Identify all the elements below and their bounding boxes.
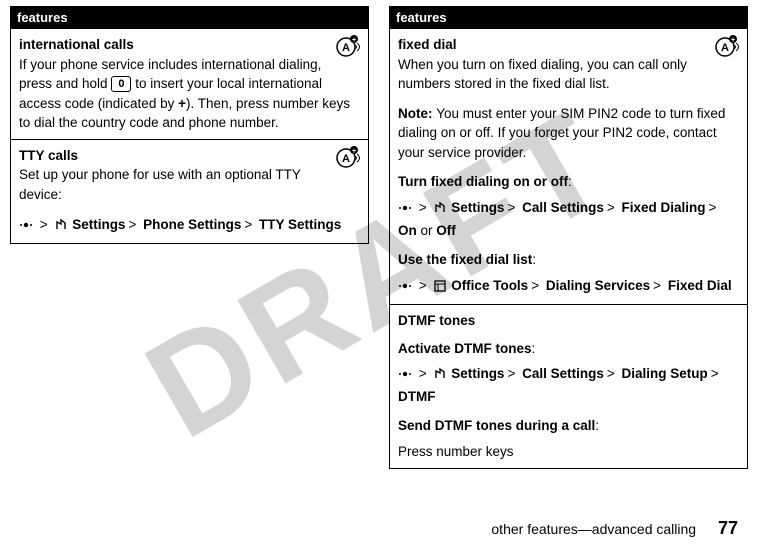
fixed-note: Note: You must enter your SIM PIN2 code … — [398, 104, 739, 163]
right-header: features — [390, 7, 747, 28]
content-columns: features A + international calls If your… — [0, 0, 758, 469]
svg-text:A: A — [342, 153, 350, 165]
center-key-icon — [19, 218, 33, 238]
fixed-list-path: > Office Tools> Dialing Services> Fixed … — [398, 276, 739, 299]
settings-icon — [54, 218, 68, 238]
center-key-icon — [398, 201, 412, 221]
footer-text: other features—advanced calling — [491, 521, 696, 537]
right-table: features A + fixed dial When you turn on… — [389, 6, 748, 469]
fixed-toggle-path: > Settings> Call Settings> Fixed Dialing… — [398, 198, 739, 240]
settings-icon — [433, 201, 447, 221]
cell-dtmf: DTMF tones Activate DTMF tones: > Settin… — [390, 304, 747, 467]
center-key-icon — [398, 367, 412, 387]
settings-icon — [433, 367, 447, 387]
dtmf-title: DTMF tones — [398, 311, 739, 331]
intl-title: international calls — [19, 35, 360, 55]
fixed-body: When you turn on fixed dialing, you can … — [398, 55, 739, 94]
office-tools-icon — [433, 279, 447, 299]
cell-tty: A + TTY calls Set up your phone for use … — [11, 139, 368, 243]
tty-path: > Settings> Phone Settings> TTY Settings — [19, 215, 360, 238]
zero-key-icon: 0 — [111, 76, 131, 92]
network-badge-icon: A + — [713, 35, 739, 57]
network-badge-icon: A + — [334, 146, 360, 168]
fixed-title: fixed dial — [398, 35, 739, 55]
page-number: 77 — [718, 518, 738, 538]
dtmf-path: > Settings> Call Settings> Dialing Setup… — [398, 364, 739, 406]
svg-text:A: A — [342, 42, 350, 54]
tty-body: Set up your phone for use with an option… — [19, 165, 360, 204]
center-key-icon — [398, 279, 412, 299]
page-footer: other features—advanced calling 77 — [491, 518, 738, 539]
fixed-toggle-label: Turn fixed dialing on or off: — [398, 172, 739, 192]
tty-title: TTY calls — [19, 146, 360, 166]
left-header: features — [11, 7, 368, 28]
dtmf-activate-label: Activate DTMF tones: — [398, 339, 739, 359]
left-table: features A + international calls If your… — [10, 6, 369, 244]
fixed-list-label: Use the fixed dial list: — [398, 250, 739, 270]
intl-body: If your phone service includes internati… — [19, 55, 360, 133]
svg-text:+: + — [352, 148, 356, 155]
svg-text:+: + — [352, 37, 356, 44]
network-badge-icon: A + — [334, 35, 360, 57]
cell-fixed-dial: A + fixed dial When you turn on fixed di… — [390, 28, 747, 304]
cell-international-calls: A + international calls If your phone se… — [11, 28, 368, 139]
svg-text:+: + — [731, 37, 735, 44]
dtmf-send-label: Send DTMF tones during a call: — [398, 416, 739, 436]
dtmf-send-body: Press number keys — [398, 442, 739, 462]
svg-text:A: A — [721, 42, 729, 54]
